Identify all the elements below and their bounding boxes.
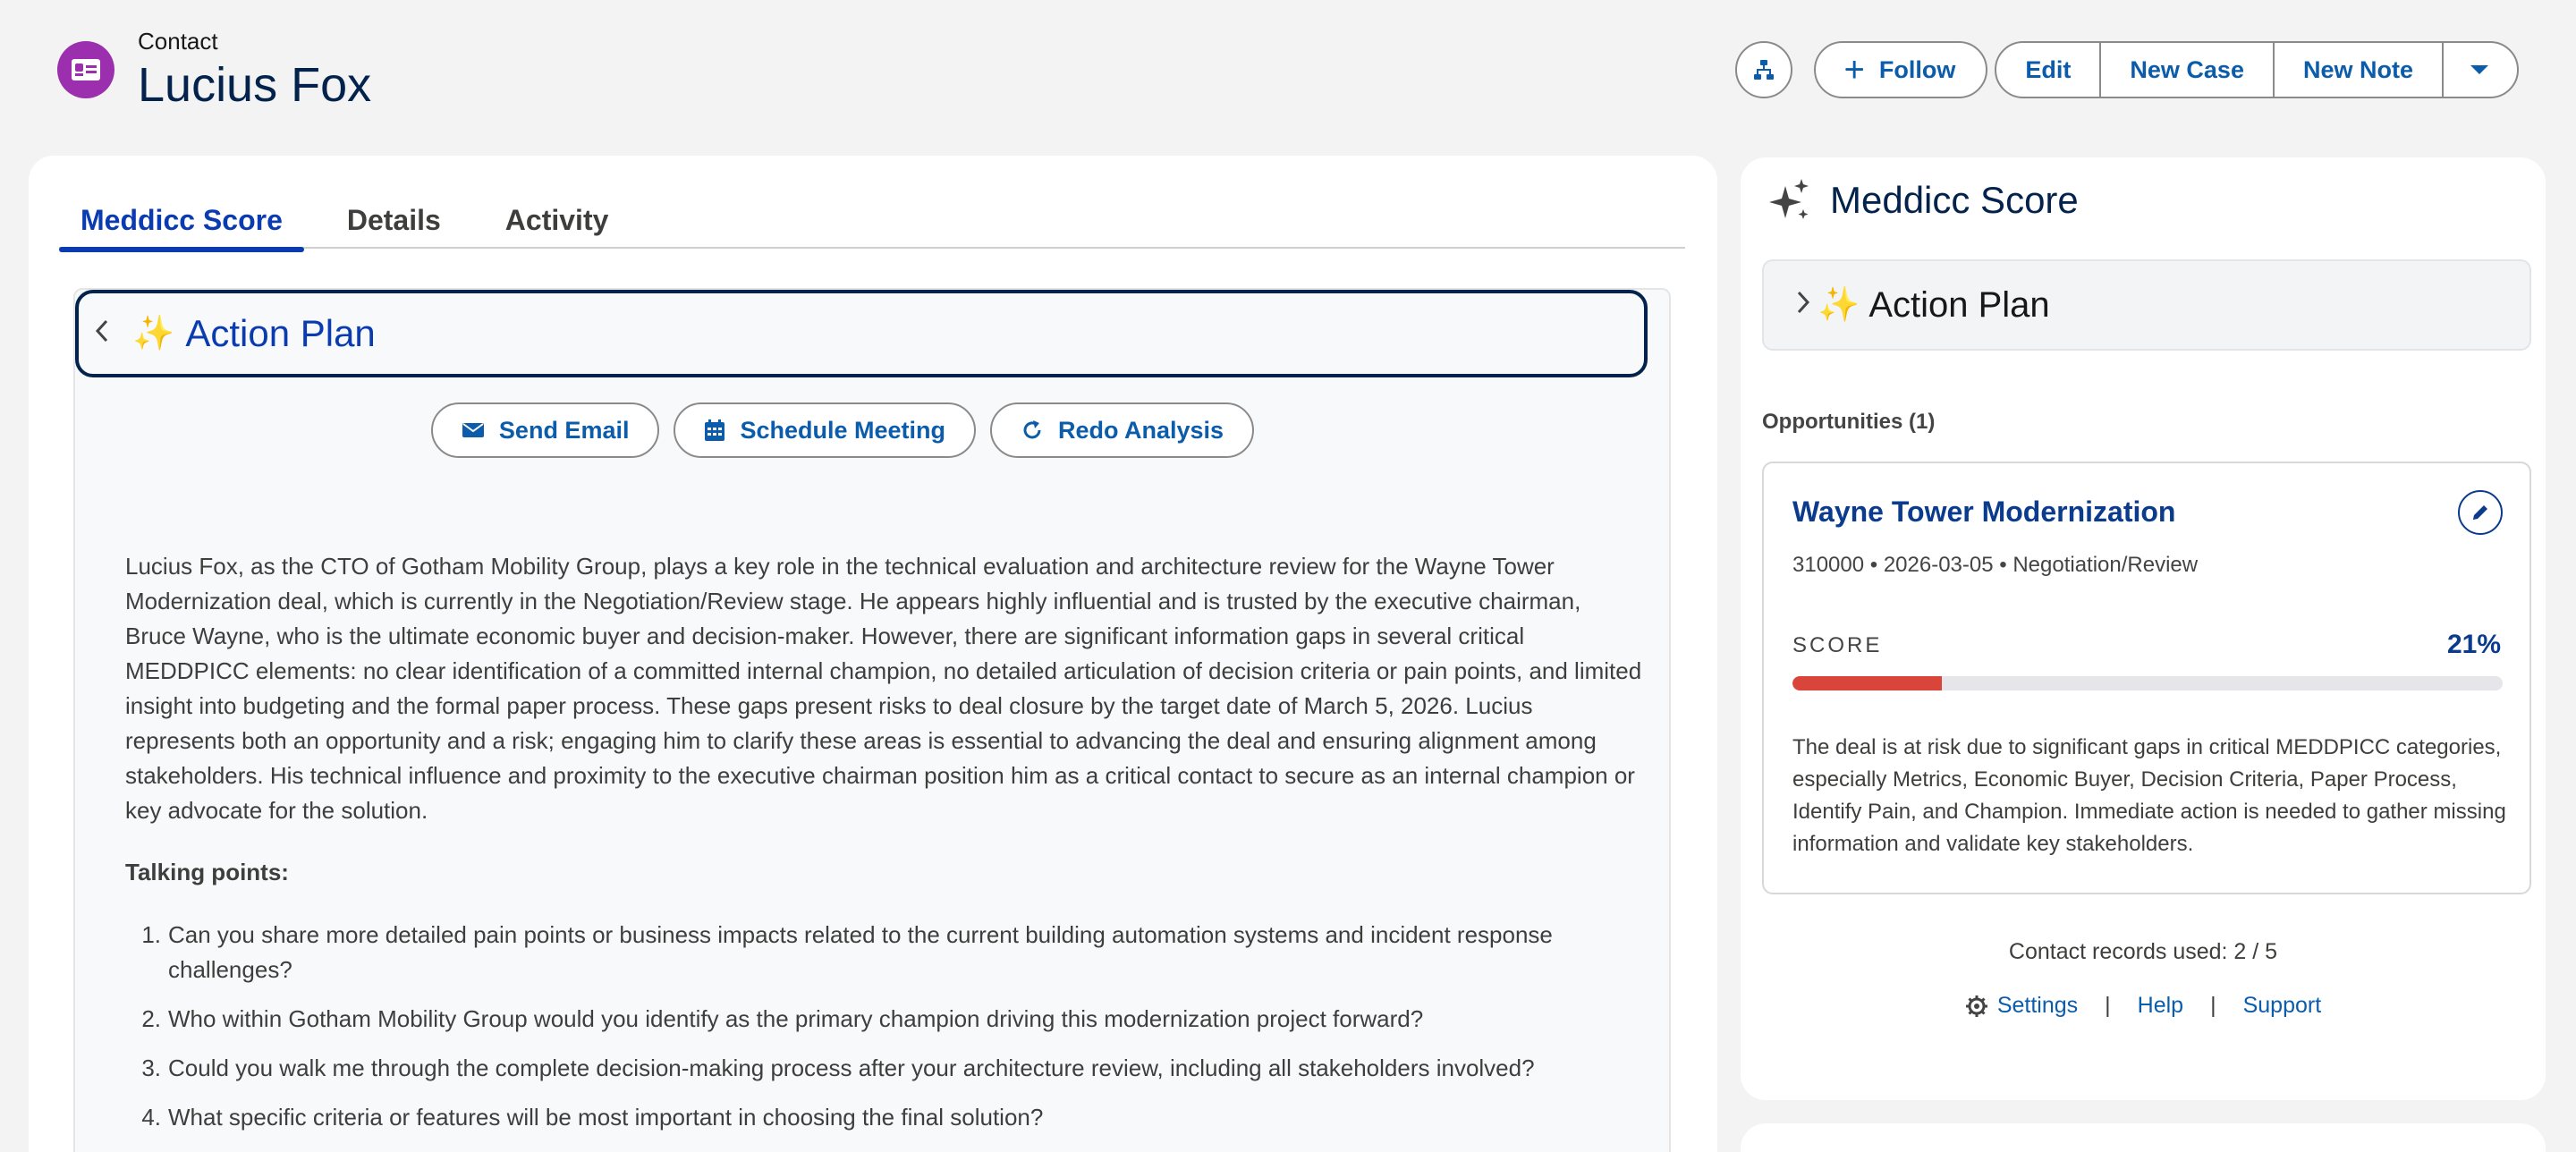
tab-bar: Meddicc Score Details Activity bbox=[59, 191, 1685, 252]
contact-card-icon bbox=[57, 41, 114, 98]
link-separator: | bbox=[2105, 993, 2111, 1018]
list-item: 2. Who within Gotham Mobility Group would… bbox=[141, 1005, 1424, 1032]
talking-points-label: Talking points: bbox=[125, 859, 289, 885]
send-email-label: Send Email bbox=[498, 416, 630, 444]
action-plan-accordion-label: Action Plan bbox=[1868, 284, 2050, 325]
score-progress-fill bbox=[1792, 676, 1942, 690]
talking-points-list: 1. Can you share more detailed pain point… bbox=[125, 918, 1628, 1149]
opportunities-heading: Opportunities (1) bbox=[1762, 410, 1936, 434]
header-actions: + Follow Edit New Case New Note bbox=[1734, 41, 2519, 98]
score-progress-bar bbox=[1792, 676, 2503, 690]
new-case-button[interactable]: New Case bbox=[2101, 43, 2275, 97]
redo-analysis-button[interactable]: Redo Analysis bbox=[990, 402, 1255, 458]
tab-meddicc-score[interactable]: Meddicc Score bbox=[59, 191, 304, 252]
meddicc-sidebar-card: Meddicc Score ✨ Action Plan Opportunitie… bbox=[1741, 157, 2546, 1100]
footer-links: Settings | Help | Support bbox=[1741, 993, 2546, 1019]
email-icon bbox=[462, 423, 484, 437]
more-actions-button[interactable] bbox=[2444, 43, 2517, 97]
ai-sparkle-icon bbox=[1769, 179, 1809, 219]
settings-label: Settings bbox=[1996, 993, 2079, 1018]
opportunity-meta: 310000 • 2026-03-05 • Negotiation/Review bbox=[1792, 553, 2199, 577]
new-note-button[interactable]: New Note bbox=[2275, 43, 2444, 97]
sidebar-title: Meddicc Score bbox=[1830, 179, 2079, 221]
follow-button[interactable]: + Follow bbox=[1813, 41, 1988, 98]
action-plan-buttons: Send Email Schedule Meeting Redo Analysi… bbox=[75, 402, 1673, 458]
object-type-label: Contact bbox=[138, 28, 218, 55]
sidebar-header: Meddicc Score bbox=[1767, 177, 2079, 224]
tab-details[interactable]: Details bbox=[326, 191, 462, 249]
calendar-icon bbox=[705, 419, 725, 441]
list-item: 1. Can you share more detailed pain point… bbox=[141, 921, 1553, 983]
main-card: Meddicc Score Details Activity ✨ Action … bbox=[29, 156, 1717, 1152]
opportunity-name-link[interactable]: Wayne Tower Modernization bbox=[1792, 496, 2175, 529]
hierarchy-button[interactable] bbox=[1734, 41, 1792, 98]
list-item: 3. Could you walk me through the complete… bbox=[141, 1055, 1535, 1081]
action-plan-header[interactable]: ✨ Action Plan bbox=[75, 290, 1648, 377]
support-link[interactable]: Support bbox=[2243, 993, 2322, 1019]
follow-label: Follow bbox=[1878, 55, 1956, 83]
contact-analysis-summary: Lucius Fox, as the CTO of Gotham Mobilit… bbox=[125, 553, 1642, 824]
refresh-icon bbox=[1023, 420, 1041, 439]
opportunity-risk-description: The deal is at risk due to significant g… bbox=[1792, 735, 2506, 856]
plus-icon: + bbox=[1843, 50, 1865, 89]
list-item: 4. What specific criteria or features wil… bbox=[141, 1104, 1044, 1131]
gear-icon bbox=[1965, 995, 1987, 1017]
secondary-sidebar-card bbox=[1741, 1123, 2546, 1152]
score-value: 21% bbox=[2446, 630, 2501, 659]
chevron-left-icon[interactable] bbox=[95, 317, 109, 352]
link-separator: | bbox=[2210, 993, 2216, 1018]
opportunity-card: Wayne Tower Modernization 310000 • 2026-… bbox=[1762, 462, 2531, 894]
action-button-group: Edit New Case New Note bbox=[1995, 41, 2519, 98]
page-title: Lucius Fox bbox=[138, 58, 372, 112]
chevron-right-icon bbox=[1796, 288, 1810, 323]
hierarchy-icon bbox=[1753, 60, 1774, 80]
action-plan-panel: ✨ Action Plan Send Email Schedule Meetin… bbox=[73, 288, 1671, 1152]
tab-activity[interactable]: Activity bbox=[484, 191, 631, 249]
sparkles-icon: ✨ bbox=[1818, 286, 1860, 324]
action-plan-title: Action Plan bbox=[185, 312, 376, 354]
schedule-meeting-label: Schedule Meeting bbox=[740, 416, 946, 444]
send-email-button[interactable]: Send Email bbox=[430, 402, 660, 458]
schedule-meeting-button[interactable]: Schedule Meeting bbox=[674, 402, 977, 458]
sparkles-icon: ✨ bbox=[132, 315, 175, 352]
score-label: SCORE bbox=[1792, 633, 1883, 657]
action-plan-accordion[interactable]: ✨ Action Plan bbox=[1762, 259, 2531, 351]
redo-analysis-label: Redo Analysis bbox=[1058, 416, 1224, 444]
help-link[interactable]: Help bbox=[2138, 993, 2183, 1019]
edit-opportunity-button[interactable] bbox=[2458, 490, 2503, 535]
pencil-icon bbox=[2473, 505, 2487, 520]
edit-button[interactable]: Edit bbox=[1996, 43, 2102, 97]
settings-link[interactable]: Settings bbox=[1965, 993, 2078, 1019]
record-header: Contact Lucius Fox bbox=[57, 25, 371, 114]
caret-down-icon bbox=[2470, 65, 2488, 74]
contact-usage-text: Contact records used: 2 / 5 bbox=[2008, 939, 2278, 964]
